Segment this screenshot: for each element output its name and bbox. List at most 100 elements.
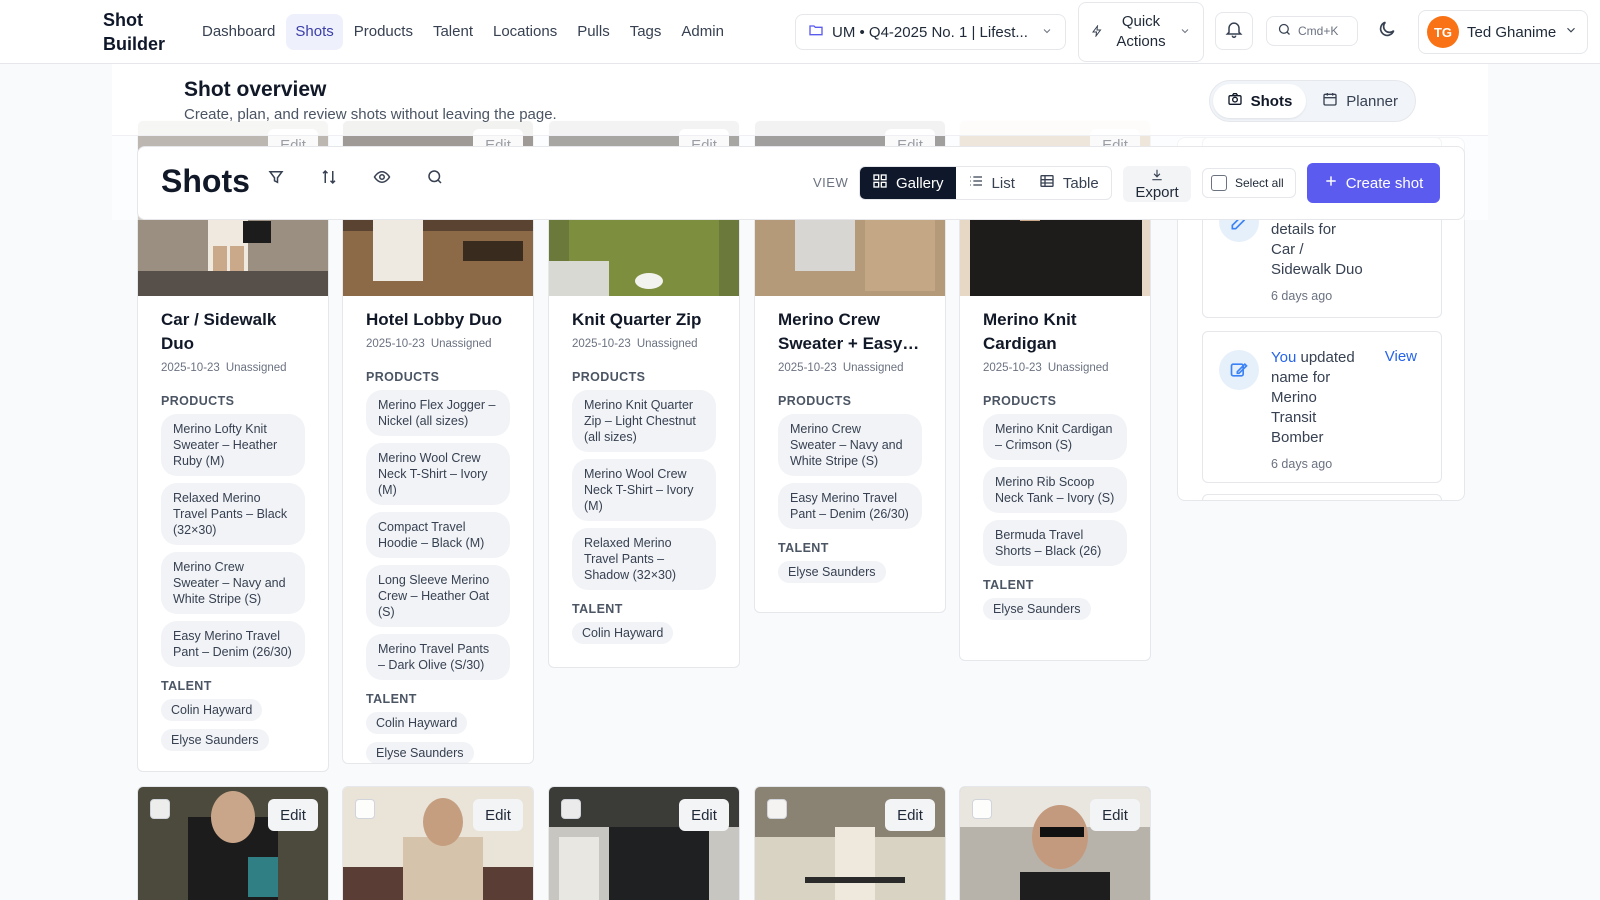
product-chip: Merino Rib Scoop Neck Tank – Ivory (S) (983, 467, 1127, 513)
project-selector-value: UM • Q4-2025 No. 1 | Lifest... (832, 23, 1028, 41)
export-label: Export (1135, 184, 1179, 201)
product-chip: Merino Travel Pants – Dark Olive (S/30) (366, 634, 510, 680)
shot-assignee: Unassigned (1047, 362, 1109, 374)
shot-card[interactable]: Edit (342, 786, 534, 900)
card-body: Car / Sidewalk Duo 2025-10-23 Unassigned … (138, 296, 328, 759)
quick-actions-label: Quick Actions (1116, 13, 1166, 50)
select-all-checkbox[interactable] (1211, 175, 1227, 191)
activity-line: Merino (1271, 389, 1317, 406)
visibility-button[interactable] (359, 160, 405, 198)
shot-title[interactable]: Merino Knit Cardigan (983, 308, 1127, 356)
talent-label: TALENT (366, 692, 417, 706)
shot-card[interactable]: Edit (959, 786, 1151, 900)
sort-icon (320, 168, 338, 191)
talent-chip: Elyse Saunders (161, 729, 269, 751)
shot-date: 2025-10-23 (572, 338, 631, 350)
shot-checkbox[interactable] (355, 799, 375, 819)
activity-line: name for (1271, 369, 1331, 386)
view-table-button[interactable]: Table (1027, 167, 1111, 199)
calendar-icon (1322, 91, 1338, 111)
edit-button[interactable]: Edit (885, 799, 935, 831)
shot-meta: 2025-10-23 Unassigned (983, 362, 1127, 374)
shot-date: 2025-10-23 (778, 362, 837, 374)
shot-checkbox[interactable] (561, 799, 581, 819)
nav-shots[interactable]: Shots (286, 14, 343, 50)
grid-icon (872, 173, 888, 193)
project-selector[interactable]: UM • Q4-2025 No. 1 | Lifest... (795, 14, 1066, 50)
search-icon (1277, 22, 1292, 40)
create-shot-button[interactable]: Create shot (1307, 163, 1440, 203)
activity-line: Transit (1271, 409, 1317, 426)
user-menu-button[interactable]: TG Ted Ghanime (1418, 10, 1588, 54)
card-body: Merino Crew Sweater + Easy… 2025-10-23 Un… (755, 296, 945, 591)
nav-pulls[interactable]: Pulls (568, 14, 619, 50)
select-all-toggle[interactable]: Select all (1202, 168, 1296, 198)
activity-text: details for Car / Sidewalk Duo 6 days ag… (1271, 220, 1381, 306)
filter-button[interactable] (253, 160, 299, 198)
nav-tags[interactable]: Tags (621, 14, 671, 50)
search-button[interactable] (412, 160, 458, 198)
product-chip: Merino Crew Sweater – Navy and White Str… (778, 414, 922, 476)
mode-shots-label: Shots (1250, 92, 1293, 110)
product-chip: Merino Flex Jogger – Nickel (all sizes) (366, 390, 510, 436)
shot-card[interactable]: Edit (137, 786, 329, 900)
activity-actor[interactable]: You (1271, 349, 1296, 366)
shot-title[interactable]: Merino Crew Sweater + Easy… (778, 308, 922, 356)
view-list-button[interactable]: List (956, 167, 1027, 199)
nav-admin[interactable]: Admin (672, 14, 733, 50)
talent-chip: Elyse Saunders (366, 742, 474, 763)
shot-title[interactable]: Knit Quarter Zip (572, 308, 716, 332)
app-logo[interactable]: Shot Builder (103, 8, 183, 56)
product-chip: Bermuda Travel Shorts – Black (26) (983, 520, 1127, 566)
shot-checkbox[interactable] (972, 799, 992, 819)
nav-links: Dashboard Shots Products Talent Location… (193, 14, 733, 50)
avatar: TG (1427, 16, 1459, 48)
camera-icon (1227, 91, 1243, 111)
talent-chip: Colin Hayward (161, 699, 263, 721)
shot-assignee: Unassigned (842, 362, 904, 374)
activity-view-link[interactable]: View (1385, 348, 1417, 365)
product-chip: Merino Crew Sweater – Navy and White Str… (161, 552, 305, 614)
mode-shots-button[interactable]: Shots (1212, 84, 1307, 118)
command-search-button[interactable]: Cmd+K (1266, 16, 1358, 46)
mode-planner-button[interactable]: Planner (1308, 84, 1412, 118)
edit-button[interactable]: Edit (679, 799, 729, 831)
chevron-down-icon (1564, 23, 1578, 41)
page-header: Shot overview Create, plan, and review s… (112, 64, 1488, 136)
card-body: Knit Quarter Zip 2025-10-23 Unassigned PR… (549, 296, 739, 652)
talent-label: TALENT (161, 679, 212, 693)
nav-locations[interactable]: Locations (484, 14, 566, 50)
nav-talent[interactable]: Talent (424, 14, 482, 50)
view-label: VIEW (813, 175, 849, 190)
page-title: Shot overview (184, 78, 327, 101)
edit-button[interactable]: Edit (473, 799, 523, 831)
quick-actions-button[interactable]: Quick Actions (1078, 2, 1204, 62)
mode-planner-label: Planner (1346, 92, 1398, 110)
shot-assignee: Unassigned (225, 362, 287, 374)
list-icon (968, 173, 984, 193)
sort-button[interactable] (306, 160, 352, 198)
shot-card[interactable]: Edit (754, 786, 946, 900)
shot-title[interactable]: Car / Sidewalk Duo (161, 308, 305, 356)
filter-icon (267, 168, 285, 191)
card-body: Merino Knit Cardigan 2025-10-23 Unassigne… (960, 296, 1150, 628)
activity-item (1202, 494, 1442, 500)
view-gallery-button[interactable]: Gallery (860, 167, 956, 199)
activity-text: You updated name for Merino Transit Bomb… (1271, 348, 1381, 474)
activity-time: 6 days ago (1271, 289, 1333, 303)
notifications-button[interactable] (1215, 12, 1253, 50)
nav-dashboard[interactable]: Dashboard (193, 14, 284, 50)
shot-title[interactable]: Hotel Lobby Duo (366, 308, 510, 332)
shot-checkbox[interactable] (150, 799, 170, 819)
search-icon (426, 168, 444, 191)
edit-button[interactable]: Edit (1090, 799, 1140, 831)
activity-line: details for (1271, 221, 1337, 238)
export-button[interactable]: Export (1123, 166, 1191, 202)
shot-checkbox[interactable] (767, 799, 787, 819)
nav-products[interactable]: Products (345, 14, 422, 50)
edit-button[interactable]: Edit (268, 799, 318, 831)
product-chip: Easy Merino Travel Pant – Denim (26/30) (161, 621, 305, 667)
theme-toggle-button[interactable] (1370, 14, 1404, 48)
select-all-label: Select all (1235, 176, 1284, 190)
shot-card[interactable]: Edit (548, 786, 740, 900)
